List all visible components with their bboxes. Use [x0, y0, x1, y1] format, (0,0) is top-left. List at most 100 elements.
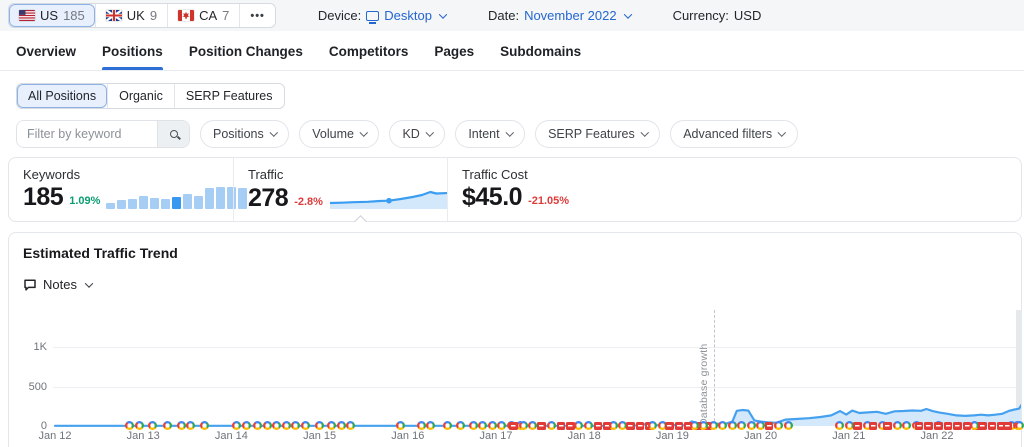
keyword-filter-input[interactable] [17, 121, 157, 147]
note-marker-red[interactable] [594, 422, 603, 431]
chevron-down-icon [426, 129, 434, 137]
note-marker-google[interactable] [690, 421, 699, 430]
traffic-trend-chart[interactable]: 1K 500 0 Database growth Jan 12Jan 13Jan… [9, 302, 1021, 447]
note-marker-google[interactable] [337, 421, 346, 430]
note-marker-google[interactable] [135, 421, 144, 430]
note-marker-google[interactable] [519, 421, 528, 430]
note-marker-google[interactable] [747, 421, 756, 430]
note-marker-red[interactable] [665, 422, 674, 431]
note-marker-red[interactable] [765, 422, 774, 431]
keywords-minibar-chart[interactable] [106, 186, 247, 209]
note-marker-red[interactable] [1003, 422, 1012, 431]
segment-all-positions[interactable]: All Positions [17, 84, 107, 108]
search-button[interactable] [157, 121, 189, 147]
x-axis-label: Jan 18 [568, 430, 601, 442]
device-selector[interactable]: Device: Desktop [318, 8, 446, 23]
keywords-label: Keywords [23, 167, 233, 182]
note-marker-red[interactable] [924, 422, 933, 431]
note-marker-google[interactable] [609, 421, 618, 430]
note-marker-google[interactable] [148, 421, 157, 430]
x-axis-label: Jan 22 [920, 430, 953, 442]
positions-type-switcher: All Positions Organic SERP Features [16, 83, 285, 109]
note-marker-google[interactable] [478, 421, 487, 430]
country-code: UK [127, 8, 145, 23]
note-marker-google[interactable] [242, 421, 251, 430]
country-tab-uk[interactable]: UK 9 [95, 4, 167, 27]
note-bubble-icon [23, 278, 37, 292]
note-marker-google[interactable] [443, 421, 452, 430]
country-tab-ca[interactable]: CA 7 [167, 4, 239, 27]
keywords-value: 185 [23, 184, 63, 210]
note-marker-red[interactable] [509, 422, 518, 431]
note-marker-red[interactable] [636, 422, 645, 431]
note-marker-google[interactable] [728, 421, 737, 430]
note-marker-google[interactable] [177, 421, 186, 430]
x-axis-label: Jan 17 [479, 430, 512, 442]
note-marker-google[interactable] [163, 421, 172, 430]
tab-subdomains[interactable]: Subdomains [500, 44, 581, 70]
note-marker-google[interactable] [709, 421, 718, 430]
tab-positions[interactable]: Positions [102, 44, 163, 70]
traffic-sparkline[interactable] [329, 184, 447, 211]
note-marker-red[interactable] [978, 422, 987, 431]
chevron-down-icon [778, 129, 786, 137]
country-tab-us[interactable]: US 185 [9, 4, 95, 27]
note-marker-google[interactable] [426, 421, 435, 430]
traffic-cost-value: $45.0 [462, 184, 522, 210]
traffic-value: 278 [248, 185, 288, 211]
x-axis-label: Jan 12 [38, 430, 71, 442]
note-marker-red[interactable] [934, 422, 943, 431]
database-growth-annotation-line [714, 310, 715, 426]
note-marker-red[interactable] [915, 422, 924, 431]
us-flag-icon [19, 10, 35, 21]
date-selector[interactable]: Date: November 2022 [488, 8, 631, 23]
note-marker-google[interactable] [893, 421, 902, 430]
filter-dropdown-positions[interactable]: Positions [200, 120, 289, 148]
country-count: 7 [222, 8, 229, 23]
note-marker-google[interactable] [547, 421, 556, 430]
filter-dropdown-intent[interactable]: Intent [455, 120, 525, 148]
filter-dropdown-advanced[interactable]: Advanced filters [670, 120, 797, 148]
filter-dropdown-volume[interactable]: Volume [299, 120, 379, 148]
note-marker-red[interactable] [883, 422, 892, 431]
note-marker-red[interactable] [869, 422, 878, 431]
desktop-icon [366, 11, 379, 21]
note-marker-google[interactable] [263, 421, 272, 430]
note-marker-google[interactable] [497, 421, 506, 430]
traffic-cost-delta: -21.05% [528, 195, 569, 207]
note-marker-red[interactable] [557, 422, 566, 431]
note-marker-red[interactable] [988, 422, 997, 431]
filter-dropdown-serp-features[interactable]: SERP Features [535, 120, 660, 148]
tab-pages[interactable]: Pages [434, 44, 474, 70]
note-marker-google[interactable] [1015, 421, 1024, 430]
keyword-filter-box [16, 120, 190, 148]
x-axis-label: Jan 21 [832, 430, 865, 442]
note-marker-red[interactable] [853, 422, 862, 431]
x-axis-label: Jan 15 [303, 430, 336, 442]
note-marker-red[interactable] [944, 422, 953, 431]
note-marker-google[interactable] [282, 421, 291, 430]
tab-position-changes[interactable]: Position Changes [189, 44, 303, 70]
search-icon [170, 130, 178, 138]
note-marker-google[interactable] [584, 421, 593, 430]
tab-overview[interactable]: Overview [16, 44, 76, 70]
segment-organic[interactable]: Organic [107, 84, 174, 108]
note-marker-google[interactable] [469, 421, 478, 430]
note-marker-red[interactable] [953, 422, 962, 431]
filter-dropdown-kd[interactable]: KD [389, 120, 445, 148]
tab-competitors[interactable]: Competitors [329, 44, 409, 70]
note-marker-google[interactable] [301, 421, 310, 430]
note-marker-google[interactable] [488, 421, 497, 430]
note-marker-red[interactable] [537, 422, 546, 431]
note-marker-google[interactable] [417, 421, 426, 430]
traffic-trend-card: Estimated Traffic Trend Notes 1K 500 0 D… [8, 232, 1022, 447]
keywords-delta: 1.09% [69, 195, 100, 207]
more-countries-button[interactable]: ••• [239, 4, 275, 27]
note-marker-red[interactable] [626, 422, 635, 431]
notes-toggle[interactable]: Notes [9, 261, 99, 292]
segment-serp-features[interactable]: SERP Features [174, 84, 284, 108]
chevron-down-icon [641, 129, 649, 137]
chevron-down-icon [270, 129, 278, 137]
note-marker-red[interactable] [675, 422, 684, 431]
note-marker-google[interactable] [970, 421, 979, 430]
